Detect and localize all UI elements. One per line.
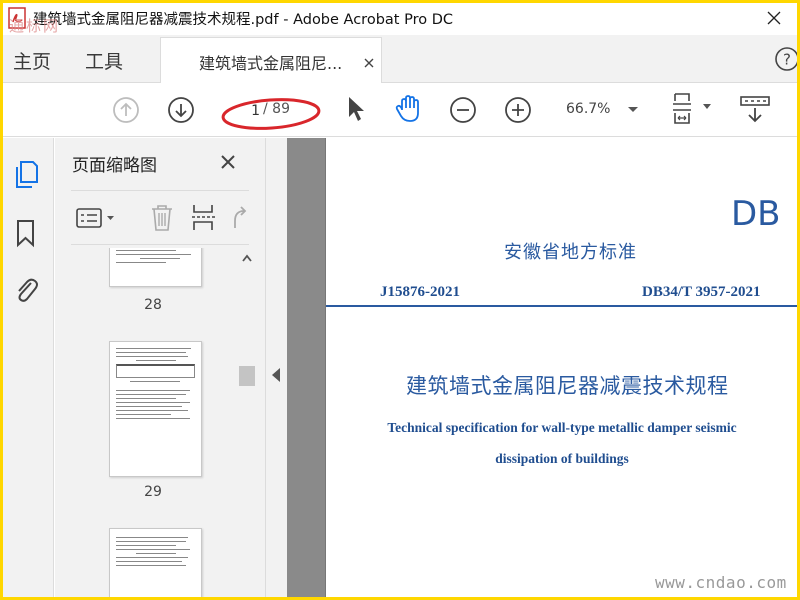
app-window: 建筑墙式金属阻尼器减震技术规程.pdf - Adobe Acrobat Pro … [3,3,797,597]
page-thumbnails-icon[interactable] [13,160,39,190]
panel-splitter[interactable] [265,138,287,597]
zoom-value: 66.7% [566,101,611,117]
delete-page-icon[interactable] [149,203,175,237]
standard-code-right: DB34/T 3957-2021 [642,284,761,300]
page-total: / 89 [263,101,290,117]
options-menu-icon[interactable] [75,207,117,235]
page-number-input[interactable] [222,99,260,123]
window-title: 建筑墙式金属阻尼器减震技术规程.pdf - Adobe Acrobat Pro … [33,11,453,28]
tab-document[interactable]: 建筑墙式金属阻尼... [160,37,382,84]
header-rule [326,305,797,307]
left-rail [3,138,54,597]
help-icon[interactable]: ? [773,45,797,73]
document-tab-label: 建筑墙式金属阻尼... [199,54,343,73]
watermark-cn: 通标网 [9,17,61,35]
tab-bar: 主页 工具 建筑墙式金属阻尼... ? [3,35,797,84]
hand-tool-icon[interactable] [393,93,425,129]
zoom-out-icon[interactable] [449,96,477,128]
window-close-icon[interactable] [765,9,783,27]
document-title-cn: 建筑墙式金属阻尼器减震技术规程 [406,374,729,398]
collapse-panel-icon[interactable] [272,368,280,382]
close-tab-icon[interactable] [363,54,375,68]
thumbnail-scrollbar[interactable] [236,248,258,597]
zoom-dropdown[interactable]: 66.7% [558,97,648,123]
document-page: DB 安徽省地方标准 J15876-2021 DB34/T 3957-2021 … [325,138,797,597]
zoom-in-icon[interactable] [504,96,532,128]
standard-code-left: J15876-2021 [380,284,460,300]
select-arrow-icon[interactable] [346,95,366,127]
page-thumbnail[interactable] [109,341,202,477]
scroll-mode-icon[interactable] [739,95,771,129]
toolbar: / 89 66.7% [3,83,797,137]
previous-page-icon[interactable] [112,96,140,128]
document-title-en-line2: dissipation of buildings [495,451,629,466]
chevron-down-icon [628,107,638,112]
close-panel-icon[interactable] [220,154,236,170]
attachments-icon[interactable] [13,274,39,304]
bookmarks-icon[interactable] [13,218,39,248]
svg-text:?: ? [783,51,791,69]
local-standard-label: 安徽省地方标准 [504,242,637,263]
tab-tools[interactable]: 工具 [85,47,123,74]
thumbnail-page-number: 29 [144,484,162,500]
title-bar: 建筑墙式金属阻尼器减震技术规程.pdf - Adobe Acrobat Pro … [3,3,797,33]
page-thumbnail[interactable] [109,528,202,597]
thumbnail-list: 28 29 [71,248,235,597]
fit-page-icon[interactable] [671,91,717,131]
db-mark: DB [731,194,781,234]
thumbnail-page-number: 28 [144,297,162,313]
document-background [287,138,325,597]
rotate-page-icon[interactable] [229,205,249,235]
panel-title: 页面缩略图 [72,156,157,176]
next-page-icon[interactable] [167,96,195,128]
scroll-up-icon[interactable] [242,254,252,262]
watermark-url: www.cndao.com [655,573,787,592]
thumbnails-panel: 页面缩略图 28 29 [55,138,265,597]
document-title-en-line1: Technical specification for wall-type me… [387,420,737,435]
extract-pages-icon[interactable] [191,203,217,237]
page-thumbnail[interactable] [109,248,202,287]
scrollbar-thumb[interactable] [239,366,255,386]
tab-home[interactable]: 主页 [13,47,51,74]
thumbnail-tools [71,190,249,245]
